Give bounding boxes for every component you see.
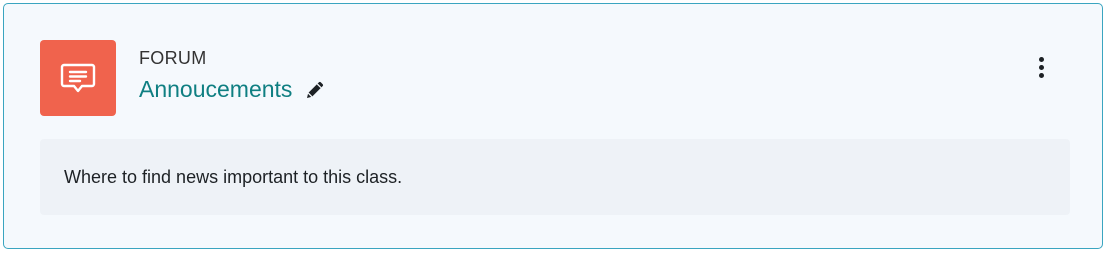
activity-description: Where to find news important to this cla… <box>64 166 403 187</box>
forum-icon <box>40 40 116 116</box>
pencil-icon[interactable] <box>304 79 326 101</box>
activity-title-link[interactable]: Annoucements <box>139 76 292 103</box>
activity-type-label: FORUM <box>139 48 207 68</box>
activity-card: FORUM Annoucements Where to find news im… <box>3 3 1103 249</box>
activity-actions-menu-button[interactable] <box>1030 54 1052 80</box>
activity-description-box: Where to find news important to this cla… <box>40 139 1070 215</box>
activity-title-row: Annoucements <box>139 76 326 103</box>
vertical-ellipsis-icon <box>1038 56 1044 62</box>
speech-bubble-icon <box>60 63 96 93</box>
